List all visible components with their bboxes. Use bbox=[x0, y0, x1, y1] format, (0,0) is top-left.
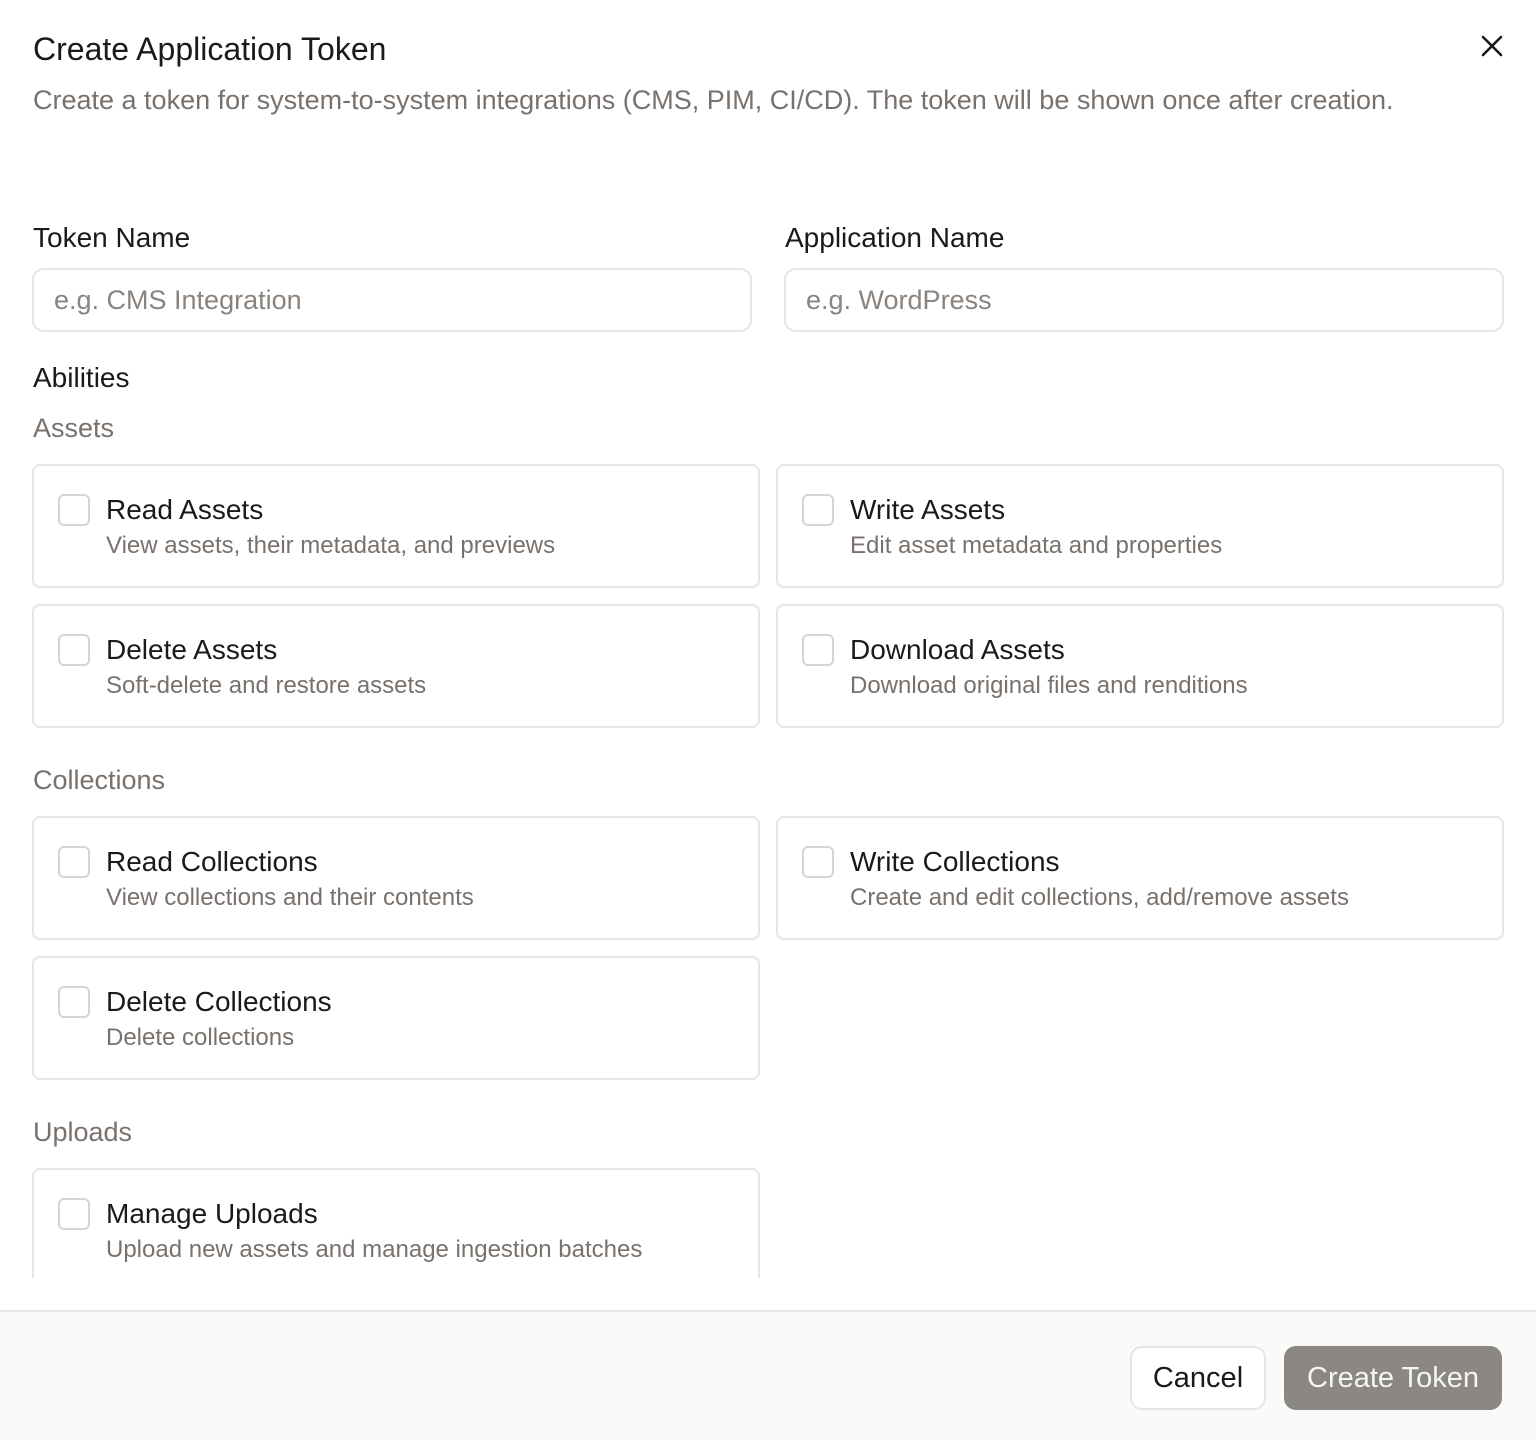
create-token-button[interactable]: Create Token bbox=[1284, 1346, 1502, 1410]
checkbox[interactable] bbox=[58, 634, 90, 666]
group-heading-assets: Assets bbox=[33, 413, 115, 443]
ability-title: Download Assets bbox=[850, 634, 1065, 665]
ability-write-assets[interactable]: Write Assets Edit asset metadata and pro… bbox=[776, 464, 1504, 588]
ability-read-collections[interactable]: Read Collections View collections and th… bbox=[32, 816, 760, 940]
ability-description: View collections and their contents bbox=[106, 884, 474, 911]
dialog-title: Create Application Token bbox=[33, 31, 387, 67]
ability-title: Delete Collections bbox=[106, 986, 332, 1017]
close-icon bbox=[1481, 35, 1503, 57]
ability-description: Delete collections bbox=[106, 1024, 295, 1051]
checkbox[interactable] bbox=[58, 494, 90, 526]
application-name-input[interactable] bbox=[784, 268, 1504, 332]
ability-description: View assets, their metadata, and preview… bbox=[106, 532, 556, 559]
ability-delete-assets[interactable]: Delete Assets Soft-delete and restore as… bbox=[32, 604, 760, 728]
ability-title: Read Assets bbox=[106, 494, 264, 525]
checkbox[interactable] bbox=[58, 846, 90, 878]
ability-manage-uploads[interactable]: Manage Uploads Upload new assets and man… bbox=[32, 1168, 760, 1278]
ability-title: Write Collections bbox=[850, 846, 1060, 877]
dialog-body[interactable]: Create Application Token Create a token … bbox=[0, 0, 1536, 1278]
close-button[interactable] bbox=[1474, 28, 1510, 64]
token-name-label: Token Name bbox=[33, 222, 191, 253]
create-token-dialog: Create Application Token Create a token … bbox=[0, 0, 1536, 1440]
dialog-footer: Cancel Create Token bbox=[0, 1310, 1536, 1440]
ability-download-assets[interactable]: Download Assets Download original files … bbox=[776, 604, 1504, 728]
ability-description: Create and edit collections, add/remove … bbox=[850, 884, 1349, 911]
token-name-input[interactable] bbox=[32, 268, 752, 332]
group-heading-uploads: Uploads bbox=[33, 1117, 133, 1147]
ability-title: Read Collections bbox=[106, 846, 318, 877]
checkbox[interactable] bbox=[58, 1198, 90, 1230]
ability-title: Delete Assets bbox=[106, 634, 278, 665]
ability-description: Upload new assets and manage ingestion b… bbox=[106, 1236, 643, 1263]
ability-description: Soft-delete and restore assets bbox=[106, 672, 427, 699]
ability-write-collections[interactable]: Write Collections Create and edit collec… bbox=[776, 816, 1504, 940]
checkbox[interactable] bbox=[802, 634, 834, 666]
checkbox[interactable] bbox=[802, 494, 834, 526]
cancel-button[interactable]: Cancel bbox=[1130, 1346, 1266, 1410]
dialog-description: Create a token for system-to-system inte… bbox=[33, 85, 1394, 115]
ability-description: Edit asset metadata and properties bbox=[850, 532, 1223, 559]
abilities-heading: Abilities bbox=[33, 362, 130, 393]
application-name-label: Application Name bbox=[785, 222, 1005, 253]
ability-title: Write Assets bbox=[850, 494, 1006, 525]
ability-description: Download original files and renditions bbox=[850, 672, 1248, 699]
group-heading-collections: Collections bbox=[33, 765, 166, 795]
checkbox[interactable] bbox=[802, 846, 834, 878]
checkbox[interactable] bbox=[58, 986, 90, 1018]
ability-delete-collections[interactable]: Delete Collections Delete collections bbox=[32, 956, 760, 1080]
ability-read-assets[interactable]: Read Assets View assets, their metadata,… bbox=[32, 464, 760, 588]
ability-title: Manage Uploads bbox=[106, 1198, 318, 1229]
